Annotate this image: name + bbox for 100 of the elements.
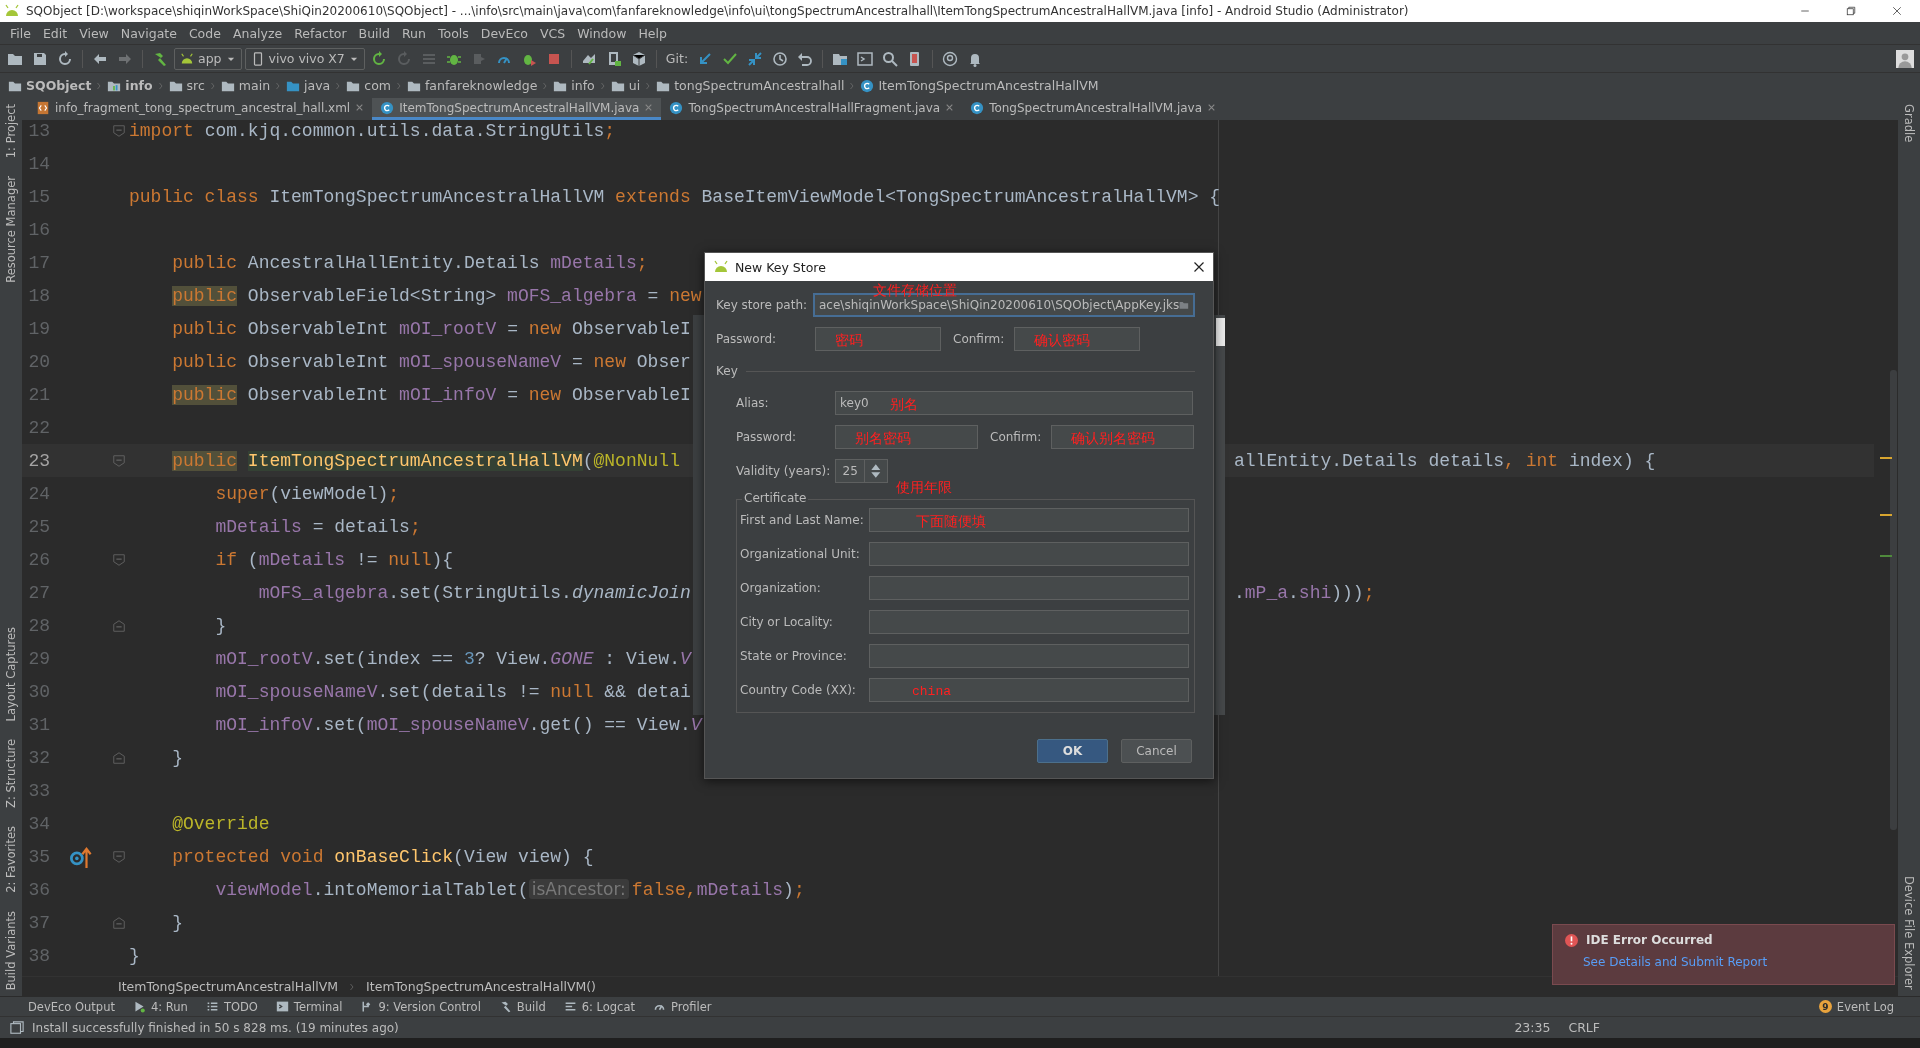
run-config-dropdown[interactable]: app (174, 47, 242, 70)
code-line: public ObservableField<String> mOFS_algebra = new (171, 285, 702, 306)
number-spinner[interactable]: 25 (835, 459, 888, 483)
search-icon[interactable] (882, 50, 899, 67)
status-toggle-icon[interactable] (10, 1020, 24, 1035)
breadcrumb-item[interactable]: ItemTongSpectrumAncestralHallVM() (366, 979, 596, 994)
tool-window-tab[interactable]: 2: Favorites (4, 823, 18, 895)
fold-marker-icon[interactable] (112, 849, 126, 864)
fold-marker-icon[interactable] (112, 123, 126, 138)
breadcrumb-item[interactable]: com (346, 78, 391, 93)
input-field[interactable] (869, 610, 1189, 634)
device-dropdown[interactable]: vivo vivo X7 (244, 47, 365, 70)
input-field[interactable] (1051, 425, 1194, 449)
input-field[interactable] (869, 542, 1189, 566)
close-icon (355, 103, 365, 112)
tool-window-button[interactable]: 9: Version Control (360, 999, 481, 1014)
menu-item[interactable]: Run (396, 25, 432, 41)
merge-arrows-icon[interactable] (747, 50, 764, 67)
breadcrumb-item[interactable]: ui (610, 78, 641, 93)
avatar-icon[interactable] (1896, 49, 1914, 68)
close-icon (1207, 103, 1217, 112)
menu-item[interactable]: File (4, 25, 37, 41)
menu-item[interactable]: DevEco (474, 25, 534, 41)
rerun-icon[interactable] (370, 50, 387, 67)
input-field[interactable] (869, 508, 1189, 532)
ok-button[interactable]: OK (1037, 739, 1108, 763)
override-marker-icon[interactable] (69, 845, 93, 868)
save-icon[interactable] (32, 50, 48, 67)
android-logo-icon (4, 3, 20, 19)
breadcrumb-item[interactable]: java (286, 78, 331, 93)
caret-position[interactable]: 23:35 (1514, 1020, 1551, 1035)
refresh-icon[interactable] (57, 50, 73, 67)
tool-window-tab[interactable]: Resource Manager (4, 174, 18, 285)
terminal-icon[interactable] (857, 50, 874, 67)
breadcrumb-item[interactable]: fanfareknowledge (406, 78, 538, 93)
breadcrumb-item[interactable]: src (168, 78, 205, 93)
editor-tab[interactable]: info_fragment_tong_spectrum_ancestral_hall.xml (28, 98, 373, 120)
input-field[interactable] (1014, 327, 1140, 351)
input-field[interactable] (815, 327, 941, 351)
details-link[interactable]: See Details and Submit Report (1583, 955, 1768, 969)
menu-item[interactable]: VCS (533, 25, 572, 41)
event-log-button[interactable]: 9 Event Log (1818, 999, 1894, 1014)
update-arrow-icon[interactable] (697, 50, 714, 67)
tool-window-button[interactable]: Build (498, 999, 546, 1014)
menu-item[interactable]: Help (632, 25, 673, 41)
tool-window-tab[interactable]: Device File Explorer (1902, 874, 1916, 992)
menu-item[interactable]: Refactor (288, 25, 353, 41)
line-number: 26 (27, 549, 50, 570)
line-separator[interactable]: CRLF (1568, 1020, 1600, 1035)
editor-tab[interactable]: TongSpectrumAncestralHallVM.java (962, 98, 1225, 120)
line-number: 30 (27, 681, 50, 702)
scrollbar-thumb[interactable] (1890, 370, 1897, 830)
tool-window-tab[interactable]: Layout Captures (4, 624, 18, 723)
tool-window-button[interactable]: Profiler (653, 999, 712, 1014)
input-field[interactable] (835, 425, 978, 449)
menu-item[interactable]: Window (571, 25, 633, 41)
breadcrumb-item[interactable]: tongSpectrumAncestralhall (656, 78, 845, 93)
tool-window-tab[interactable]: Gradle (1902, 102, 1916, 145)
window-panel (1216, 318, 1225, 346)
line-number: 17 (27, 252, 50, 273)
editor-tab[interactable]: ItemTongSpectrumAncestralHallVM.java (372, 98, 662, 120)
breadcrumb-item[interactable]: main (220, 78, 271, 93)
menu-item[interactable]: Code (182, 25, 227, 41)
menu-item[interactable]: Tools (431, 25, 475, 41)
account-icon[interactable] (942, 50, 959, 67)
tool-window-tab[interactable]: Build Variants (4, 908, 18, 992)
menu-item[interactable]: View (73, 25, 115, 41)
code-line: super(viewModel); (214, 483, 400, 504)
tool-window-button[interactable]: 6: Logcat (563, 999, 635, 1014)
tool-window-tab[interactable]: Z: Structure (4, 737, 18, 810)
fold-marker-icon[interactable] (112, 453, 126, 468)
tool-window-tab[interactable]: 1: Project (4, 102, 18, 161)
fold-marker-icon[interactable] (112, 552, 126, 567)
input-field[interactable] (869, 644, 1189, 668)
menu-item[interactable]: Analyze (226, 25, 289, 41)
breadcrumb-item[interactable]: ItemTongSpectrumAncestralHallVM (860, 78, 1099, 93)
breadcrumb-item[interactable]: SQObject (8, 78, 92, 93)
clock-icon[interactable] (772, 50, 789, 67)
breadcrumb-item[interactable]: info (107, 78, 153, 93)
class-icon (970, 100, 985, 115)
tool-window-button[interactable]: Terminal (275, 999, 343, 1014)
menu-item[interactable]: Edit (36, 25, 74, 41)
class-icon (860, 78, 875, 93)
cube-icon[interactable] (630, 50, 647, 67)
line-number: 18 (27, 285, 50, 306)
breadcrumb-item[interactable]: ItemTongSpectrumAncestralHallVM (118, 979, 339, 994)
menu-item[interactable]: Navigate (114, 25, 183, 41)
cancel-button[interactable]: Cancel (1121, 739, 1192, 763)
editor-tab[interactable]: TongSpectrumAncestralHallFragment.java (661, 98, 963, 120)
menu-item[interactable]: Build (352, 25, 396, 41)
tool-window-button[interactable]: DevEco Output (28, 999, 115, 1014)
breadcrumb-item[interactable]: info (553, 78, 595, 93)
tool-window-button[interactable]: 4: Run (132, 999, 188, 1014)
tool-window-button[interactable]: TODO (205, 999, 258, 1014)
input-field[interactable] (869, 678, 1189, 702)
terminal-icon (275, 1000, 289, 1013)
input-field[interactable] (869, 576, 1189, 600)
fold-marker-icon[interactable] (112, 915, 126, 930)
fold-marker-icon[interactable] (112, 618, 126, 633)
fold-marker-icon[interactable] (112, 750, 126, 765)
